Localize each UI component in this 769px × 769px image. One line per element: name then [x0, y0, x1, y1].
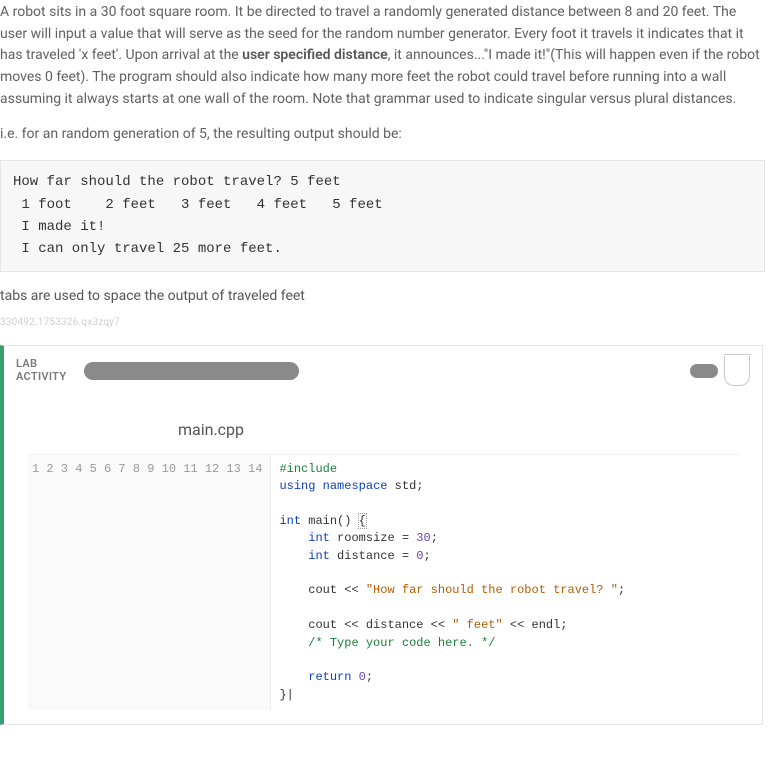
spacing-note: tabs are used to space the output of tra…	[0, 286, 765, 308]
file-tab[interactable]: main.cpp	[138, 408, 284, 454]
code-editor: main.cpp 1 2 3 4 5 6 7 8 9 10 11 12 13 1…	[28, 408, 738, 710]
shield-icon	[724, 356, 750, 386]
code-area[interactable]: #include using namespace std; int main()…	[271, 455, 633, 710]
redacted-title	[84, 362, 299, 380]
problem-description: A robot sits in a 30 foot square room. I…	[0, 2, 765, 110]
lab-activity-panel: LABACTIVITY main.cpp 1 2 3 4 5 6 7 8 9 1…	[0, 345, 763, 725]
lab-header: LABACTIVITY	[16, 356, 750, 386]
line-gutter: 1 2 3 4 5 6 7 8 9 10 11 12 13 14	[28, 455, 271, 710]
sample-output-block: How far should the robot travel? 5 feet …	[0, 160, 765, 272]
lab-label: LABACTIVITY	[16, 358, 66, 383]
redacted-chip	[690, 364, 718, 378]
example-lead: i.e. for an random generation of 5, the …	[0, 124, 765, 146]
question-id: 330492.1753326.qx3zqy7	[0, 315, 765, 331]
